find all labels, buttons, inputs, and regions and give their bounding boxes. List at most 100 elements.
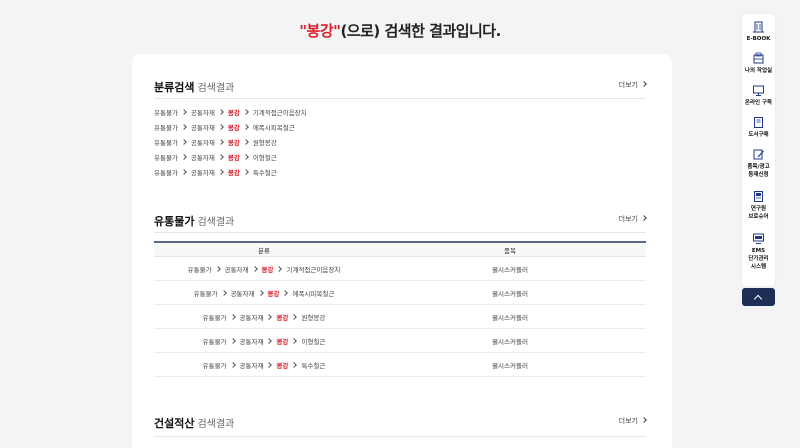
- item-name: 웰시스커플러: [492, 337, 528, 346]
- quote-open: ": [299, 22, 307, 40]
- chevron-right-icon: [242, 123, 249, 130]
- crumb-segment: 특수철근: [252, 168, 277, 177]
- crumb-segment: 에폭시피복철근: [252, 123, 295, 132]
- chevron-right-icon: [218, 168, 224, 175]
- table-row[interactable]: 유통물가 공통자재 봉강 이형철근 웰시스커플러: [154, 329, 646, 353]
- quick-menu-label: EMS 단가관리 시스템: [748, 248, 769, 270]
- chevron-right-icon: [242, 153, 249, 160]
- category-more-link[interactable]: 더보기: [619, 80, 647, 90]
- category-result-link[interactable]: 유통물가 공통자재 봉강 이형철근: [154, 149, 554, 164]
- crumb-keyword: 봉강: [261, 265, 274, 274]
- chevron-right-icon: [218, 123, 224, 130]
- crumb-keyword: 봉강: [267, 289, 280, 298]
- quick-menu-registration[interactable]: 품목/광고 등재신청: [742, 148, 775, 179]
- quick-menu: E-BOOK 나의 작업실 온라인 구독 도서구매 품목/광고 등재신청 연구원…: [742, 14, 775, 286]
- crumb-segment: 공통자재: [230, 289, 255, 298]
- category-path: 유통물가 공통자재 봉강 특수철근: [154, 360, 374, 370]
- column-header-item: 품목: [504, 246, 516, 255]
- crumb-keyword: 봉강: [227, 168, 240, 177]
- crumb-segment: 유통물가: [202, 337, 227, 346]
- category-section-subtitle: 검색결과: [197, 83, 235, 94]
- crumb-keyword: 봉강: [227, 123, 240, 132]
- distribution-section-title: 유통물가: [154, 215, 195, 228]
- category-path: 유통물가 공통자재 봉강 원형봉강: [154, 312, 374, 322]
- chevron-right-icon: [218, 153, 224, 160]
- category-result-link[interactable]: 유통물가 공통자재 봉강 원형봉강: [154, 134, 554, 149]
- quick-menu-label: 연구원 브로슈어: [748, 206, 769, 220]
- chevron-right-icon: [242, 138, 249, 145]
- crumb-keyword: 봉강: [276, 337, 289, 346]
- construction-section-subtitle: 검색결과: [197, 419, 235, 430]
- chevron-right-icon: [229, 337, 236, 344]
- category-section-title: 분류검색: [154, 81, 195, 94]
- category-result-link[interactable]: 유통물가 공통자재 봉강 에폭시피복철근: [154, 119, 554, 134]
- chevron-right-icon: [641, 81, 647, 87]
- chevron-right-icon: [282, 289, 289, 296]
- chevron-right-icon: [214, 265, 221, 272]
- crumb-keyword: 봉강: [227, 138, 240, 147]
- more-label: 더보기: [618, 417, 638, 425]
- chevron-right-icon: [251, 265, 258, 272]
- building-icon: [753, 21, 764, 33]
- table-row[interactable]: 유통물가 공통자재 봉강 에폭시피복철근 웰시스커플러: [154, 281, 646, 305]
- chevron-right-icon: [641, 417, 647, 423]
- crumb-segment: 유통물가: [202, 313, 227, 322]
- table-row[interactable]: 유통물가 공통자재 봉강 원형봉강 웰시스커플러: [154, 305, 646, 329]
- chevron-right-icon: [181, 153, 187, 160]
- chevron-right-icon: [220, 289, 227, 296]
- chevron-right-icon: [291, 337, 298, 344]
- chevron-right-icon: [266, 337, 273, 344]
- brochure-icon: [754, 191, 763, 202]
- chevron-right-icon: [266, 361, 273, 368]
- construction-more-link[interactable]: 더보기: [618, 416, 647, 426]
- distribution-more-link[interactable]: 더보기: [618, 214, 647, 224]
- crumb-segment: 공통자재: [190, 138, 215, 147]
- item-name: 웰시스커플러: [492, 313, 528, 322]
- crumb-segment: 원형봉강: [301, 313, 326, 322]
- quick-menu-workroom[interactable]: 나의 작업실: [742, 52, 775, 75]
- item-name: 웰시스커플러: [492, 265, 528, 274]
- crumb-segment: 유통물가: [154, 123, 178, 132]
- table-header: 분류 품목: [154, 241, 646, 257]
- scroll-top-button[interactable]: [742, 288, 775, 306]
- crumb-keyword: 봉강: [227, 108, 240, 117]
- chevron-right-icon: [181, 123, 187, 130]
- crumb-segment: 유통물가: [154, 168, 178, 177]
- construction-section-title: 건설적산: [154, 417, 195, 430]
- category-result-list: 유통물가 공통자재 봉강 기계적접근이음장치 유통물가 공통자재 봉강 에폭시피…: [154, 104, 554, 179]
- quick-menu-ebook[interactable]: E-BOOK: [742, 20, 775, 43]
- page-title: "봉강"(으로) 검색한 결과입니다.: [0, 20, 800, 41]
- crumb-segment: 이형철근: [252, 153, 277, 162]
- more-label: 더보기: [618, 215, 638, 223]
- category-result-link[interactable]: 유통물가 공통자재 봉강 기계적접근이음장치: [154, 104, 554, 119]
- divider: [154, 436, 646, 437]
- quick-menu-book-purchase[interactable]: 도서구매: [742, 116, 775, 139]
- chevron-right-icon: [181, 108, 187, 115]
- crumb-segment: 공통자재: [239, 337, 264, 346]
- table-row[interactable]: 유통물가 공통자재 봉강 특수철근 웰시스커플러: [154, 353, 646, 377]
- chevron-right-icon: [276, 265, 283, 272]
- quick-menu-label: E-BOOK: [746, 36, 771, 42]
- crumb-segment: 공통자재: [190, 168, 215, 177]
- crumb-segment: 공통자재: [239, 313, 264, 322]
- chevron-right-icon: [291, 313, 298, 320]
- book-icon: [754, 117, 763, 128]
- chevron-right-icon: [291, 361, 298, 368]
- chevron-right-icon: [218, 108, 224, 115]
- crumb-segment: 유통물가: [154, 153, 178, 162]
- table-row[interactable]: 유통물가 공통자재 봉강 기계적접근이음장치 웰시스커플러: [154, 257, 646, 281]
- workroom-icon: [753, 52, 764, 64]
- category-path: 유통물가 공통자재 봉강 기계적접근이음장치: [154, 264, 374, 274]
- quick-menu-ems[interactable]: EMS 단가관리 시스템: [742, 232, 775, 271]
- quick-menu-brochure[interactable]: 연구원 브로슈어: [742, 190, 775, 221]
- monitor-icon: [753, 85, 764, 96]
- distribution-section-subtitle: 검색결과: [197, 217, 235, 228]
- item-name: 웰시스커플러: [492, 289, 528, 298]
- chevron-right-icon: [181, 168, 187, 175]
- quick-menu-subscription[interactable]: 온라인 구독: [742, 84, 775, 107]
- chevron-right-icon: [641, 215, 647, 221]
- crumb-segment: 특수철근: [301, 361, 326, 370]
- category-result-link[interactable]: 유통물가 공통자재 봉강 특수철근: [154, 164, 554, 179]
- crumb-segment: 기계적접근이음장치: [252, 108, 307, 117]
- chevron-right-icon: [242, 108, 249, 115]
